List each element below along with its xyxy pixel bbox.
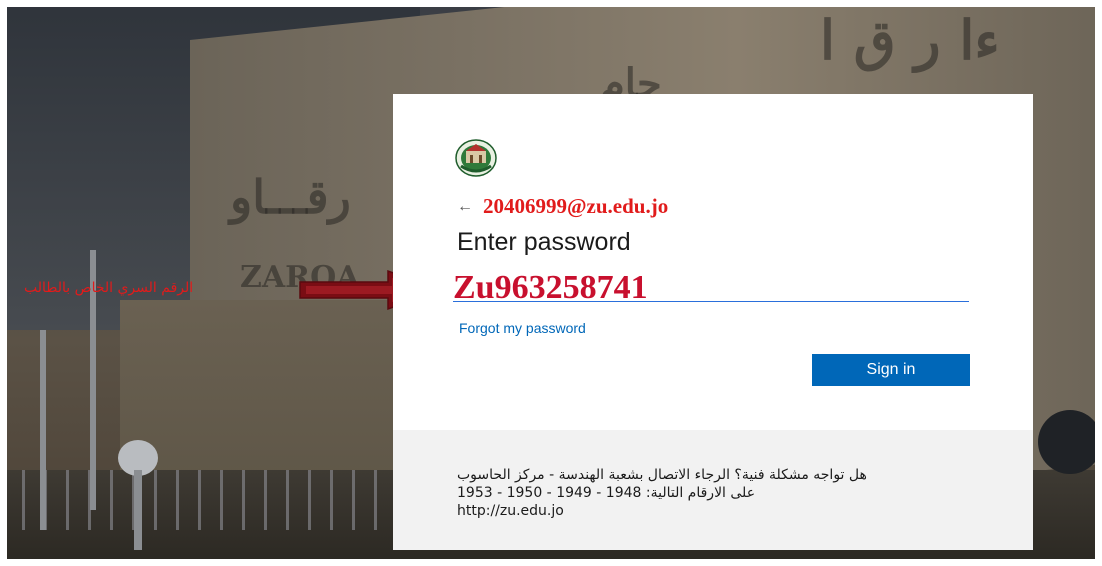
page-title: Enter password bbox=[457, 228, 631, 256]
back-arrow-icon[interactable]: ← bbox=[457, 198, 473, 216]
sign-in-button[interactable]: Sign in bbox=[812, 354, 970, 386]
university-logo bbox=[455, 139, 497, 177]
card-body: ← 20406999@zu.edu.jo Enter password Zu96… bbox=[393, 94, 1033, 430]
forgot-password-link[interactable]: Forgot my password bbox=[459, 320, 586, 336]
help-line-2: على الارقام التالية: 1948 - 1949 - 1950 … bbox=[457, 485, 756, 501]
help-footer: هل تواجه مشكلة فنية؟ الرجاء الاتصال بشعب… bbox=[393, 430, 1033, 550]
help-text: هل تواجه مشكلة فنية؟ الرجاء الاتصال بشعب… bbox=[457, 466, 997, 520]
help-line-1: هل تواجه مشكلة فنية؟ الرجاء الاتصال بشعب… bbox=[457, 467, 867, 483]
sign-in-card: ← 20406999@zu.edu.jo Enter password Zu96… bbox=[393, 94, 1033, 550]
help-url[interactable]: http://zu.edu.jo bbox=[457, 502, 997, 520]
student-password-annotation: الرقم السري الخاص بالطالب bbox=[24, 280, 194, 296]
password-value: Zu963258741 bbox=[453, 269, 648, 306]
account-email: 20406999@zu.edu.jo bbox=[483, 194, 669, 218]
identity-row: ← 20406999@zu.edu.jo bbox=[457, 194, 668, 219]
password-input[interactable]: Zu963258741 bbox=[453, 270, 969, 306]
